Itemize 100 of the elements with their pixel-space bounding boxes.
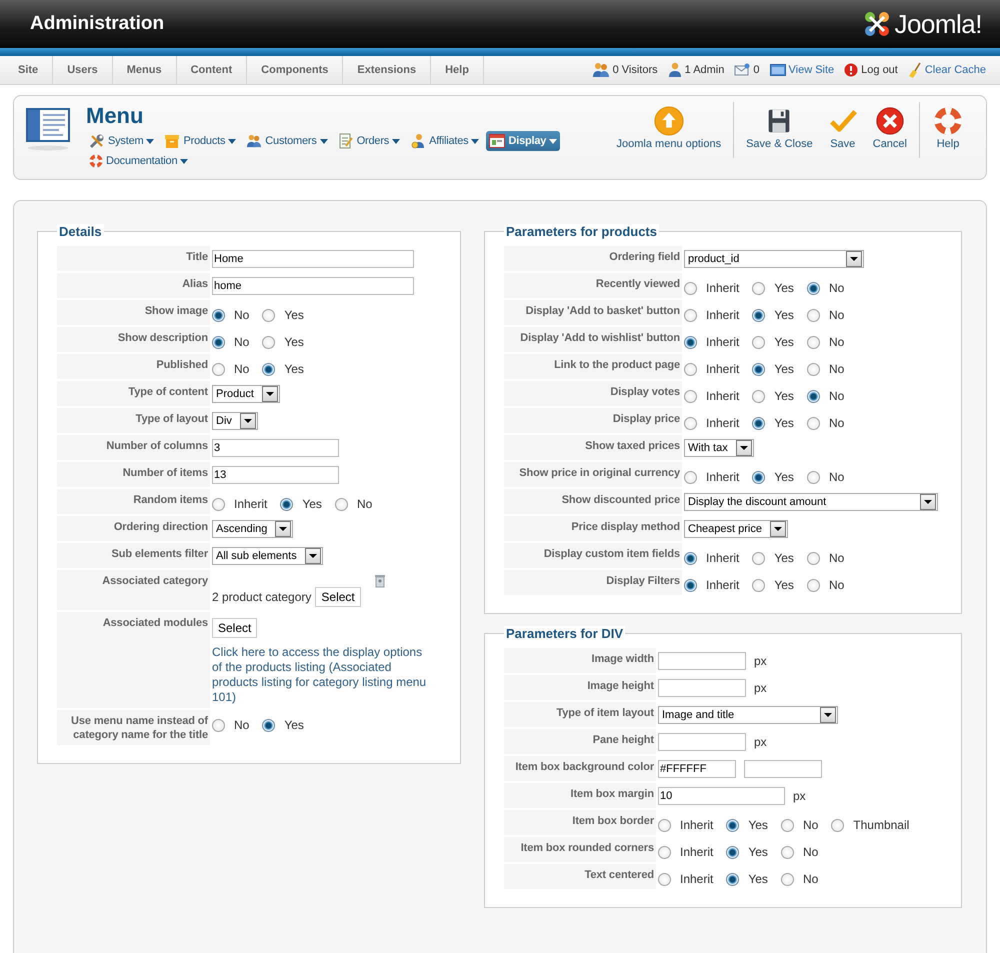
dropdown[interactable]: Div	[212, 412, 258, 430]
radio-button[interactable]	[806, 308, 820, 322]
menu-item[interactable]: Components	[247, 56, 344, 84]
text-field[interactable]	[658, 652, 746, 670]
radio-button[interactable]	[684, 470, 697, 484]
text-field[interactable]	[658, 679, 746, 697]
radio-button[interactable]	[684, 308, 697, 322]
dropdown[interactable]: All sub elements	[212, 547, 323, 565]
text-field[interactable]: 13	[212, 466, 339, 484]
menu-item[interactable]: Content	[176, 56, 248, 84]
dropdown[interactable]: Image and title	[658, 706, 838, 724]
text-field[interactable]: 3	[212, 439, 339, 457]
field-label: Type of content	[57, 381, 210, 406]
radio-button[interactable]	[212, 498, 225, 510]
nav-menu[interactable]: Documentation	[86, 152, 192, 170]
radio-label: Yes	[284, 308, 304, 322]
radio-button[interactable]	[806, 390, 820, 402]
dropdown[interactable]: With tax	[684, 439, 754, 457]
radio-label: Inherit	[706, 335, 740, 349]
toolbar-button[interactable]: Help	[932, 102, 964, 158]
radio-button[interactable]	[212, 308, 225, 322]
toolbar-button[interactable]: Cancel	[872, 102, 907, 158]
menu-item[interactable]: Extensions	[343, 56, 432, 84]
color-swatch[interactable]	[744, 760, 822, 778]
radio-button[interactable]	[752, 390, 766, 402]
radio-button[interactable]	[780, 846, 794, 858]
menu-item[interactable]: Menus	[112, 56, 177, 84]
radio-button[interactable]	[684, 578, 697, 592]
menu-item[interactable]: Help	[431, 56, 484, 84]
dropdown[interactable]: Cheapest price	[684, 520, 788, 538]
text-field[interactable]: 10	[658, 787, 785, 805]
radio-button[interactable]	[684, 390, 697, 402]
status-text[interactable]: Log out	[861, 64, 898, 76]
radio-button[interactable]	[780, 872, 794, 886]
radio-button[interactable]	[212, 718, 225, 732]
trash-icon[interactable]	[374, 574, 385, 588]
radio-button[interactable]	[726, 846, 740, 858]
caret-icon	[549, 138, 558, 144]
radio-button[interactable]	[806, 552, 820, 564]
nav-menu[interactable]: Affiliates	[407, 131, 482, 151]
text-field[interactable]: #FFFFFF	[658, 760, 736, 778]
field-label: Published	[57, 354, 210, 379]
radio-button[interactable]	[262, 336, 276, 348]
radio-button[interactable]	[752, 336, 766, 348]
select-button[interactable]: Select	[212, 618, 258, 638]
dropdown[interactable]: product_id	[684, 250, 864, 268]
radio-button[interactable]	[684, 552, 697, 564]
radio-button[interactable]	[658, 818, 671, 832]
radio-button[interactable]	[658, 872, 671, 886]
radio-button[interactable]	[752, 552, 766, 564]
radio-button[interactable]	[806, 416, 820, 430]
nav-menu[interactable]: Display	[486, 131, 560, 151]
display-options-link[interactable]: Click here to access the display options of the products listing (Associated products listing for category listing menu 101)	[212, 645, 434, 705]
radio-button[interactable]	[262, 308, 276, 322]
radio-button[interactable]	[806, 470, 820, 484]
radio-button[interactable]	[658, 846, 671, 858]
radio-button[interactable]	[726, 818, 740, 832]
nav-menu[interactable]: System	[86, 131, 158, 151]
radio-button[interactable]	[684, 416, 697, 430]
toolbar-button[interactable]: Save	[826, 102, 859, 158]
radio-button[interactable]	[752, 362, 766, 376]
radio-button[interactable]	[262, 362, 276, 376]
radio-button[interactable]	[280, 498, 294, 510]
radio-button[interactable]	[752, 282, 766, 294]
text-field[interactable]: Home	[212, 250, 414, 268]
radio-button[interactable]	[684, 336, 697, 348]
toolbar-button[interactable]: Joomla menu options	[616, 102, 722, 158]
radio-button[interactable]	[726, 872, 740, 886]
menu-item[interactable]: Users	[53, 56, 113, 84]
radio-button[interactable]	[806, 336, 820, 348]
select-button[interactable]: Select	[315, 587, 361, 607]
radio-button[interactable]	[806, 578, 820, 592]
nav-menu[interactable]: Orders	[334, 131, 404, 151]
text-field[interactable]: home	[212, 277, 414, 295]
status-link[interactable]: Clear Cache	[924, 64, 986, 76]
nav-menu[interactable]: Products	[161, 131, 240, 151]
radio-button[interactable]	[752, 470, 766, 484]
dropdown[interactable]: Display the discount amount	[684, 493, 938, 511]
dropdown[interactable]: Ascending	[212, 520, 294, 538]
radio-button[interactable]	[806, 282, 820, 294]
radio-button[interactable]	[831, 818, 844, 832]
radio-button[interactable]	[752, 416, 766, 430]
radio-button[interactable]	[262, 718, 276, 732]
radio-button[interactable]	[684, 362, 697, 376]
toolbar-button[interactable]: Save & Close	[746, 102, 813, 158]
broom-icon	[908, 62, 922, 78]
caret-icon	[924, 500, 932, 504]
radio-button[interactable]	[752, 578, 766, 592]
radio-button[interactable]	[684, 282, 697, 294]
status-link[interactable]: View Site	[788, 64, 834, 76]
radio-button[interactable]	[806, 362, 820, 376]
radio-button[interactable]	[752, 308, 766, 322]
menu-item[interactable]: Site	[4, 56, 54, 84]
radio-button[interactable]	[212, 362, 225, 376]
radio-button[interactable]	[334, 498, 348, 510]
radio-button[interactable]	[212, 336, 225, 348]
text-field[interactable]	[658, 733, 746, 751]
radio-button[interactable]	[780, 818, 794, 832]
nav-menu[interactable]: Customers	[243, 131, 331, 151]
dropdown[interactable]: Product	[212, 385, 280, 403]
